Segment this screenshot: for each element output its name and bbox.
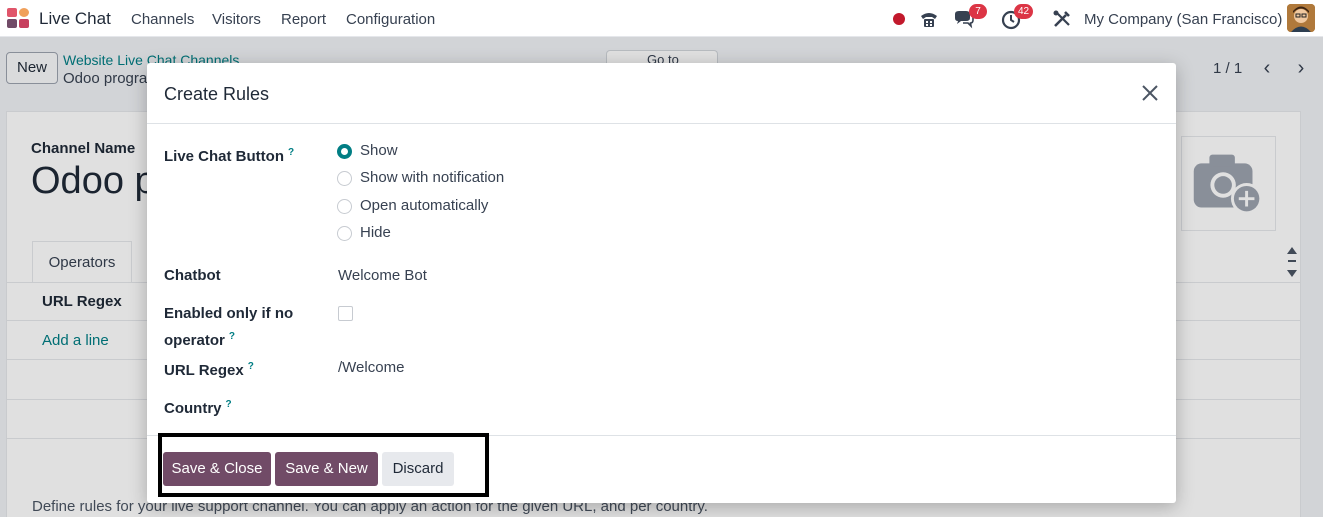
close-icon[interactable]	[1137, 80, 1163, 106]
user-avatar-icon	[1287, 4, 1315, 32]
enabled-only-if-no-operator-label: Enabled only if no operator?	[164, 305, 294, 349]
radio-unchecked-icon[interactable]	[337, 199, 352, 214]
menu-report[interactable]: Report	[281, 11, 326, 28]
activity-badge: 42	[1014, 4, 1034, 19]
radio-checked-icon[interactable]	[337, 144, 352, 159]
company-switcher[interactable]: My Company (San Francisco)	[1084, 11, 1282, 28]
chatbot-label: Chatbot	[164, 267, 221, 284]
radio-unchecked-icon[interactable]	[337, 171, 352, 186]
radio-unchecked-icon[interactable]	[337, 226, 352, 241]
app-name[interactable]: Live Chat	[39, 9, 111, 29]
user-avatar[interactable]	[1287, 4, 1315, 32]
menu-configuration[interactable]: Configuration	[346, 11, 435, 28]
dialog-title: Create Rules	[164, 84, 270, 104]
help-tooltip-icon[interactable]: ?	[248, 361, 254, 372]
url-regex-label: URL Regex?	[164, 361, 254, 379]
highlight-box	[158, 433, 489, 497]
country-label: Country?	[164, 399, 232, 417]
app-grid-icon[interactable]	[6, 7, 30, 29]
help-tooltip-icon[interactable]: ?	[229, 331, 235, 342]
enabled-only-if-no-operator-checkbox[interactable]	[338, 306, 353, 321]
chat-badge: 7	[969, 4, 987, 19]
chatbot-field[interactable]: Welcome Bot	[338, 267, 427, 284]
url-regex-field[interactable]: /Welcome	[338, 359, 404, 376]
tools-icon[interactable]	[1051, 8, 1073, 30]
help-tooltip-icon[interactable]: ?	[288, 147, 294, 158]
help-tooltip-icon[interactable]: ?	[226, 399, 232, 410]
dialog-header: Create Rules	[147, 63, 1176, 124]
phone-icon[interactable]	[918, 8, 940, 30]
top-navbar: Live Chat Channels Visitors Report Confi…	[0, 0, 1323, 37]
menu-channels[interactable]: Channels	[131, 11, 194, 28]
live-chat-button-label: Live Chat Button?	[164, 147, 295, 165]
menu-visitors[interactable]: Visitors	[212, 11, 261, 28]
status-dot-icon[interactable]	[888, 8, 910, 30]
